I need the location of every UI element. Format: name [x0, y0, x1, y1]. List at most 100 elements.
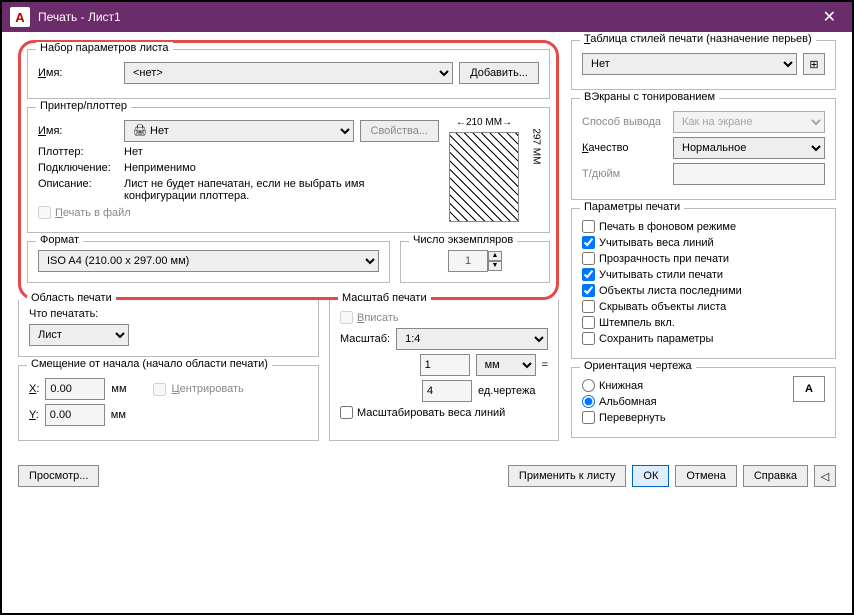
center-checkbox[interactable]	[153, 383, 166, 396]
transparency-label: Прозрачность при печати	[599, 253, 729, 265]
save-label: Сохранить параметры	[599, 333, 713, 345]
paper-size-select[interactable]: ISO A4 (210.00 x 297.00 мм)	[38, 250, 379, 272]
paperspace-checkbox[interactable]	[582, 284, 595, 297]
paper-preview: ←210 MM→ 297 MM	[449, 132, 519, 222]
expand-button[interactable]: ◁	[814, 465, 836, 487]
connection-value: Неприменимо	[124, 162, 196, 174]
help-button[interactable]: Справка	[743, 465, 808, 487]
fit-label: Вписать	[357, 312, 399, 324]
printer-name-label: Имя:	[38, 125, 118, 137]
plot-style-legend: Таблица стилей печати (назначение перьев…	[580, 33, 816, 45]
highlight-region: Набор параметров листа ИИмя:мя: <нет> До…	[18, 40, 559, 300]
window-title: Печать - Лист1	[38, 10, 815, 24]
upside-checkbox[interactable]	[582, 411, 595, 424]
y-label: Y:	[29, 409, 39, 421]
printer-name-select[interactable]: 🖨 Нет	[124, 120, 354, 142]
copies-fieldset: Число экземпляров ▲ ▼	[400, 241, 550, 283]
dpi-label: Т/дюйм	[582, 168, 667, 180]
drawing-units-label: ед.чертежа	[478, 385, 548, 397]
offset-legend: Смещение от начала (начало области печат…	[27, 358, 272, 370]
upside-label: Перевернуть	[599, 412, 666, 424]
page-setup-legend: Набор параметров листа	[36, 42, 173, 54]
what-select[interactable]: Лист	[29, 324, 129, 346]
center-label: Центрировать	[172, 383, 244, 395]
plotter-value: Нет	[124, 146, 143, 158]
properties-button[interactable]: Свойства...	[360, 120, 439, 142]
ok-button[interactable]: ОК	[632, 465, 669, 487]
scale-lw-label: Масштабировать веса линий	[357, 407, 505, 419]
hide-label: Скрывать объекты листа	[599, 301, 726, 313]
transparency-checkbox[interactable]	[582, 252, 595, 265]
scale-select[interactable]: 1:4	[396, 328, 548, 350]
paperspace-label: Объекты листа последними	[599, 285, 742, 297]
scale-unit-select[interactable]: мм	[476, 354, 536, 376]
page-setup-name-select[interactable]: <нет>	[124, 62, 453, 84]
copies-legend: Число экземпляров	[409, 234, 517, 246]
hide-checkbox[interactable]	[582, 300, 595, 313]
stamp-label: Штемпель вкл.	[599, 317, 675, 329]
scale-fieldset: Масштаб печати Вписать Масштаб: 1:4 мм =…	[329, 300, 559, 441]
equals-label: =	[542, 359, 548, 371]
method-label: Способ вывода	[582, 116, 667, 128]
styles-label: Учитывать стили печати	[599, 269, 723, 281]
options-fieldset: Параметры печати Печать в фоновом режиме…	[571, 208, 836, 359]
stamp-checkbox[interactable]	[582, 316, 595, 329]
what-label: Что печатать:	[29, 308, 308, 320]
options-legend: Параметры печати	[580, 201, 684, 213]
x-label: X:	[29, 383, 39, 395]
styles-checkbox[interactable]	[582, 268, 595, 281]
paper-size-fieldset: Формат ISO A4 (210.00 x 297.00 мм)	[27, 241, 390, 283]
copies-up[interactable]: ▲	[488, 251, 502, 261]
save-checkbox[interactable]	[582, 332, 595, 345]
name-label: ИИмя:мя:	[38, 67, 118, 79]
scale-lw-checkbox[interactable]	[340, 406, 353, 419]
dpi-input[interactable]	[673, 163, 825, 185]
printer-fieldset: Принтер/плоттер Имя: 🖨 Нет Свойства... П…	[27, 107, 550, 233]
plot-area-fieldset: Область печати Что печатать: Лист	[18, 300, 319, 357]
plot-area-legend: Область печати	[27, 292, 116, 304]
paper-height-label: 297 MM	[531, 128, 542, 164]
plot-style-edit-button[interactable]: ⊞	[803, 53, 825, 75]
bg-checkbox[interactable]	[582, 220, 595, 233]
copies-down[interactable]: ▼	[488, 261, 502, 271]
printer-legend: Принтер/плоттер	[36, 100, 131, 112]
cancel-button[interactable]: Отмена	[675, 465, 736, 487]
landscape-label: Альбомная	[599, 396, 657, 408]
connection-label: Подключение:	[38, 162, 118, 174]
scale-num2-input[interactable]	[422, 380, 472, 402]
y-unit: мм	[111, 409, 126, 421]
lw-label: Учитывать веса линий	[599, 237, 714, 249]
plot-style-fieldset: Таблица стилей печати (назначение перьев…	[571, 40, 836, 90]
portrait-label: Книжная	[599, 380, 643, 392]
landscape-radio[interactable]	[582, 395, 595, 408]
paper-width-label: ←210 MM→	[450, 117, 518, 128]
plotter-label: Плоттер:	[38, 146, 118, 158]
method-select[interactable]: Как на экране	[673, 111, 825, 133]
button-bar: Просмотр... Применить к листу ОК Отмена …	[2, 457, 852, 495]
fit-checkbox[interactable]	[340, 311, 353, 324]
page-setup-fieldset: Набор параметров листа ИИмя:мя: <нет> До…	[27, 49, 550, 99]
portrait-radio[interactable]	[582, 379, 595, 392]
apply-button[interactable]: Применить к листу	[508, 465, 627, 487]
print-to-file-checkbox[interactable]	[38, 206, 51, 219]
description-label: Описание:	[38, 178, 118, 190]
copies-input[interactable]	[448, 250, 488, 272]
preview-button[interactable]: Просмотр...	[18, 465, 99, 487]
scale-label: Масштаб:	[340, 333, 390, 345]
quality-label: Качество	[582, 142, 667, 154]
lw-checkbox[interactable]	[582, 236, 595, 249]
x-unit: мм	[111, 383, 126, 395]
print-to-file-label: Печать в файл	[55, 207, 131, 219]
scale-num1-input[interactable]	[420, 354, 470, 376]
scale-legend: Масштаб печати	[338, 292, 431, 304]
titlebar: A Печать - Лист1 ✕	[2, 2, 852, 32]
add-button[interactable]: Добавить...	[459, 62, 539, 84]
plot-style-select[interactable]: Нет	[582, 53, 797, 75]
quality-select[interactable]: Нормальное	[673, 137, 825, 159]
orientation-icon: A	[793, 376, 825, 402]
close-button[interactable]: ✕	[815, 7, 844, 27]
x-input[interactable]	[45, 378, 105, 400]
y-input[interactable]	[45, 404, 105, 426]
orientation-fieldset: Ориентация чертежа Книжная Альбомная Пер…	[571, 367, 836, 438]
description-value: Лист не будет напечатан, если не выбрать…	[124, 178, 439, 202]
